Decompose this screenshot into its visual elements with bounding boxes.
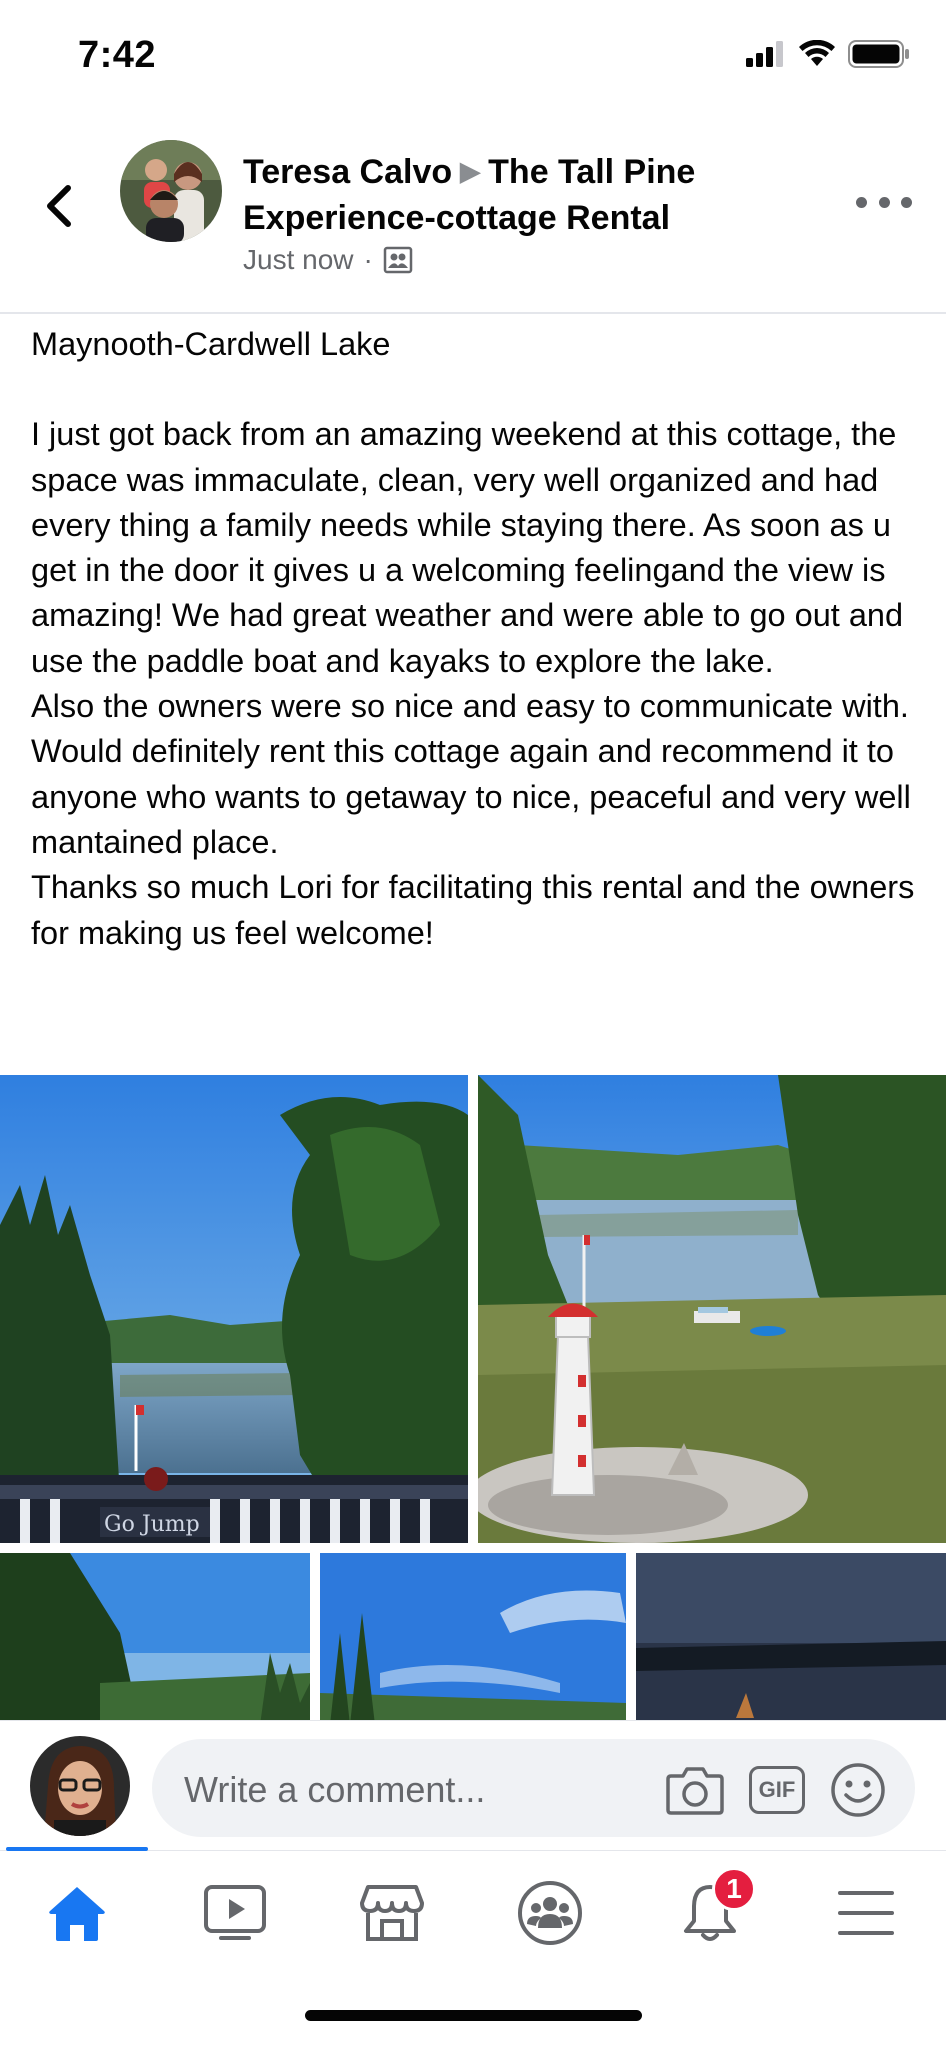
hamburger-menu-icon — [838, 1891, 894, 1935]
dot-icon — [878, 196, 890, 208]
photo-lake-dusk[interactable] — [636, 1553, 946, 1725]
post-text: I just got back from an amazing weekend … — [31, 416, 915, 951]
photo-clouds-sky-image — [320, 1553, 626, 1725]
tab-groups[interactable] — [500, 1873, 600, 1953]
photo-treeline-sky[interactable] — [0, 1553, 310, 1725]
post-location: Maynooth-Cardwell Lake — [31, 326, 391, 362]
status-time: 7:42 — [78, 34, 157, 76]
tab-notifications[interactable]: 1 — [660, 1867, 760, 1953]
meta-separator: · — [363, 244, 373, 275]
photo-treeline-sky-image — [0, 1553, 310, 1725]
author-photo — [120, 140, 222, 242]
deck-sign-text: Go Jump — [104, 1512, 200, 1537]
tab-home[interactable] — [27, 1873, 127, 1953]
comment-placeholder: Write a comment... — [184, 1769, 486, 1810]
post-timestamp[interactable]: Just now — [243, 244, 354, 276]
groups-icon — [518, 1881, 582, 1945]
status-icons — [746, 40, 910, 68]
comment-tools: GIF — [665, 1761, 887, 1819]
comment-input[interactable]: Write a comment... GIF — [152, 1739, 915, 1837]
photo-deck-lake-view[interactable]: Go Jump — [0, 1075, 468, 1543]
photo-clouds-sky[interactable] — [320, 1553, 626, 1725]
battery-icon — [848, 40, 909, 68]
more-options-button[interactable] — [856, 182, 912, 222]
chevron-left-icon — [47, 185, 71, 227]
video-icon — [204, 1885, 266, 1940]
camera-icon[interactable] — [665, 1764, 725, 1816]
photo-lighthouse-shore-image — [478, 1075, 946, 1543]
status-bar: 7:42 — [0, 0, 946, 118]
dot-icon — [856, 196, 867, 208]
current-user-avatar[interactable] — [30, 1736, 130, 1836]
emoji-icon[interactable] — [829, 1761, 887, 1819]
marketplace-icon — [360, 1885, 424, 1941]
photo-grid: Go Jump — [0, 1075, 946, 1725]
active-tab-indicator — [6, 1847, 148, 1851]
dot-icon — [901, 196, 912, 208]
post-header: Teresa Calvo ▶ The Tall Pine Experience-co… — [0, 120, 946, 314]
tab-marketplace[interactable] — [342, 1873, 442, 1953]
shared-to-arrow-icon: ▶ — [460, 156, 481, 186]
tab-menu[interactable] — [816, 1873, 916, 1953]
back-button[interactable] — [36, 170, 80, 242]
photo-lake-dusk-image — [636, 1553, 946, 1725]
wifi-icon — [799, 40, 835, 66]
home-indicator[interactable] — [305, 2010, 642, 2021]
photo-lighthouse-shore[interactable] — [478, 1075, 946, 1543]
gif-button[interactable]: GIF — [749, 1766, 805, 1814]
group-audience-icon — [383, 246, 413, 274]
current-user-photo — [30, 1736, 130, 1836]
post-meta: Just now · — [243, 244, 413, 276]
tab-watch[interactable] — [185, 1873, 285, 1953]
photo-deck-lake-view-image: Go Jump — [0, 1075, 468, 1543]
post-body: Maynooth-Cardwell Lake I just got back fr… — [31, 322, 921, 956]
post-title: Teresa Calvo ▶ The Tall Pine Experience-co… — [243, 150, 803, 240]
home-icon — [49, 1887, 105, 1941]
notification-badge: 1 — [712, 1867, 756, 1911]
comment-bar: Write a comment... GIF — [0, 1720, 946, 1850]
author-name[interactable]: Teresa Calvo — [243, 153, 452, 191]
signal-icon — [746, 41, 783, 67]
author-avatar[interactable] — [120, 140, 222, 242]
